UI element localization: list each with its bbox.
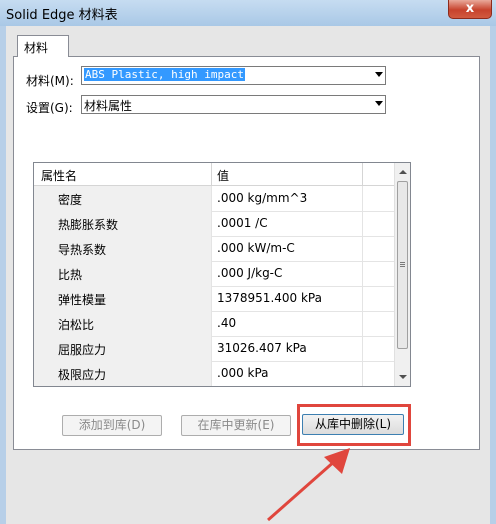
annotation-arrow-icon [267, 448, 350, 522]
tab-material[interactable]: 材料 [17, 35, 69, 57]
tab-material-label: 材料 [24, 41, 49, 55]
arrow-shaft [267, 458, 337, 522]
arrow-head [324, 448, 350, 474]
